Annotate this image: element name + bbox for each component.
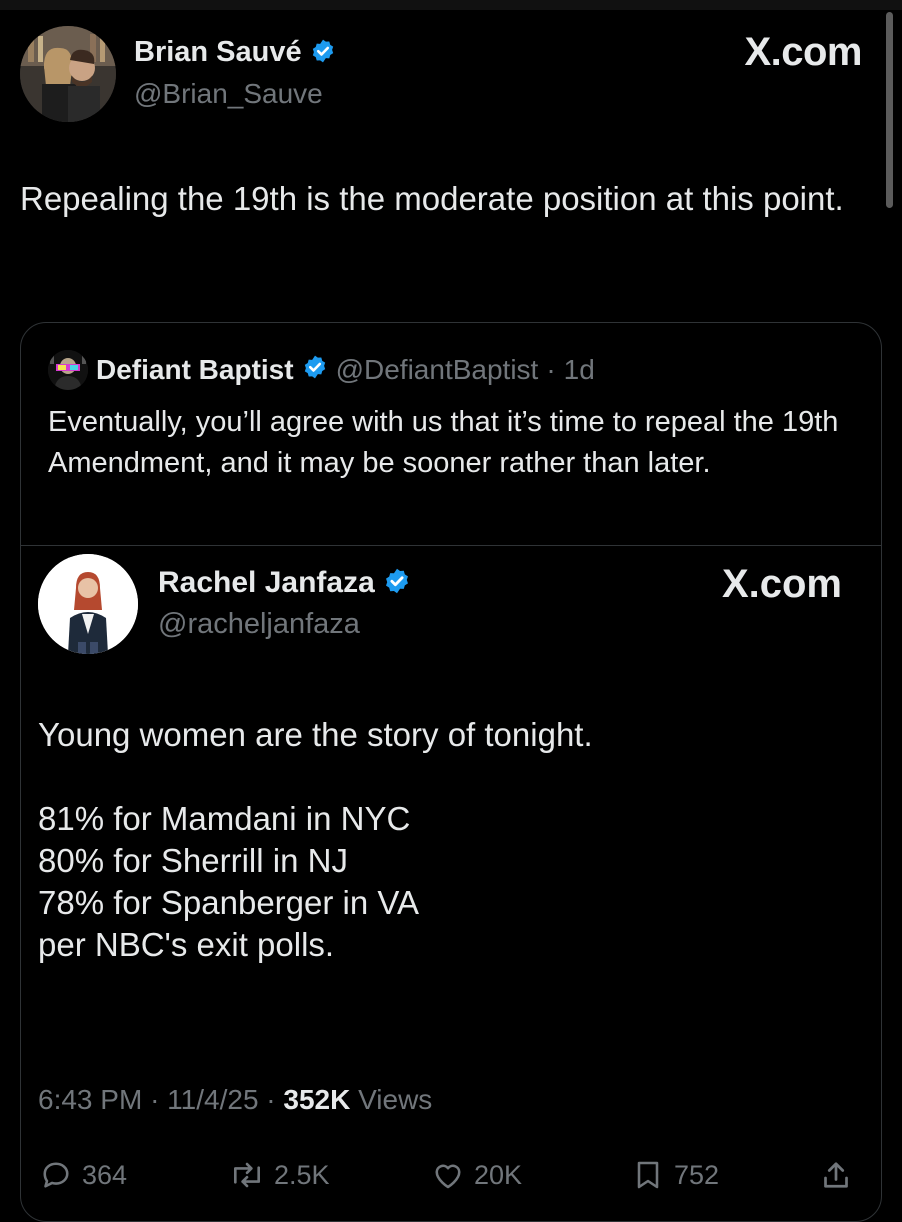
quote-avatar-image bbox=[48, 350, 88, 390]
reply-button[interactable]: 364 bbox=[38, 1150, 127, 1200]
bookmark-count: 752 bbox=[674, 1159, 720, 1190]
brand-label: X.com bbox=[744, 30, 862, 75]
post-date[interactable]: 11/4/25 bbox=[167, 1084, 258, 1115]
quote-author-name[interactable]: Defiant Baptist bbox=[96, 354, 294, 386]
embed-avatar-photo bbox=[38, 554, 138, 654]
like-icon bbox=[430, 1157, 466, 1193]
meta-separator: · bbox=[150, 1084, 160, 1115]
top-bar bbox=[0, 0, 902, 10]
avatar-photo bbox=[20, 26, 116, 122]
author-handle[interactable]: @Brian_Sauve bbox=[134, 78, 323, 110]
share-icon bbox=[818, 1157, 854, 1193]
repost-icon bbox=[228, 1157, 266, 1193]
embed-line: Young women are the story of tonight. bbox=[38, 716, 593, 753]
reply-count: 364 bbox=[82, 1159, 128, 1190]
embed-blank-line bbox=[38, 756, 858, 798]
embed-author-handle[interactable]: @racheljanfaza bbox=[158, 608, 360, 641]
embed-line: 80% for Sherrill in NJ bbox=[38, 842, 348, 879]
quote-age[interactable]: 1d bbox=[564, 354, 595, 386]
quote-header: Defiant Baptist @DefiantBaptist · 1d bbox=[48, 350, 595, 390]
quote-separator: · bbox=[546, 354, 556, 385]
reply-icon bbox=[38, 1157, 74, 1193]
embed-line: per NBC's exit polls. bbox=[38, 926, 335, 963]
embed-line: 81% for Mamdani in NYC bbox=[38, 800, 411, 837]
verified-badge-icon bbox=[383, 567, 411, 599]
like-button[interactable]: 20K bbox=[430, 1150, 522, 1200]
scrollbar[interactable] bbox=[886, 12, 893, 208]
share-button[interactable] bbox=[818, 1150, 854, 1200]
action-bar: 364 2.5K 20K 752 bbox=[38, 1150, 868, 1200]
author-name-row: Brian Sauvé bbox=[134, 36, 336, 69]
embed-post-text: Young women are the story of tonight. 81… bbox=[38, 714, 858, 966]
quote-avatar[interactable] bbox=[48, 350, 88, 390]
bookmark-button[interactable]: 752 bbox=[630, 1150, 719, 1200]
brand-text: X.com bbox=[744, 30, 862, 74]
embed-author-avatar[interactable] bbox=[38, 554, 138, 654]
embed-brand-text: X.com bbox=[721, 562, 842, 606]
like-count: 20K bbox=[474, 1159, 523, 1190]
quote-author-handle[interactable]: @DefiantBaptist bbox=[336, 354, 539, 386]
verified-badge-icon bbox=[302, 354, 328, 387]
author-avatar[interactable] bbox=[20, 26, 116, 122]
embed-brand-label: X.com bbox=[722, 562, 842, 607]
embed-author-name-row: Rachel Janfaza bbox=[158, 566, 411, 600]
meta-separator: · bbox=[266, 1084, 276, 1115]
quote-text: Eventually, you’ll agree with us that it… bbox=[48, 406, 839, 479]
verified-badge-icon bbox=[310, 38, 336, 68]
repost-button[interactable]: 2.5K bbox=[228, 1150, 330, 1200]
post-time[interactable]: 6:43 PM bbox=[38, 1084, 142, 1115]
bookmark-icon bbox=[630, 1157, 666, 1193]
author-name[interactable]: Brian Sauvé bbox=[134, 36, 302, 69]
embed-line: 78% for Spanberger in VA bbox=[38, 884, 419, 921]
views-label: Views bbox=[358, 1084, 433, 1115]
views-count: 352K bbox=[283, 1084, 351, 1115]
embed-meta: 6:43 PM · 11/4/25 · 352K Views bbox=[38, 1084, 432, 1116]
repost-count: 2.5K bbox=[274, 1159, 330, 1190]
post-text: Repealing the 19th is the moderate posit… bbox=[20, 180, 844, 217]
embed-author-name[interactable]: Rachel Janfaza bbox=[158, 566, 375, 600]
